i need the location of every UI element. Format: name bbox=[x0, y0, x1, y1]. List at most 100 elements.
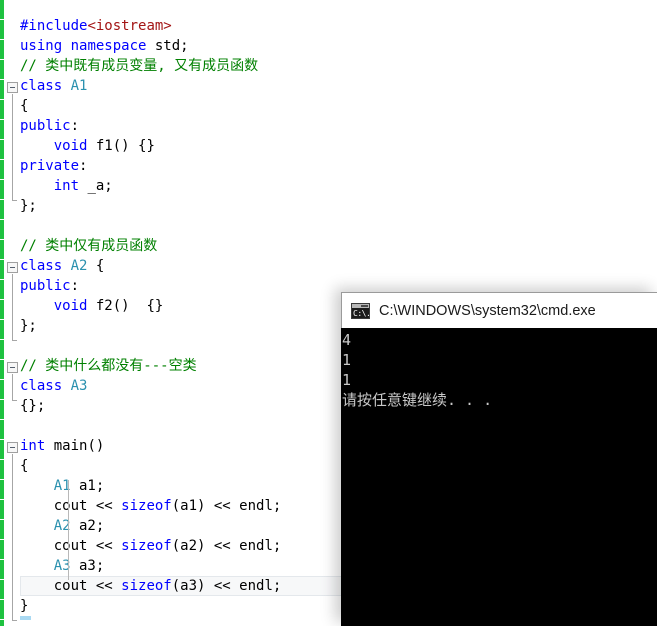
console-output-line: 1 bbox=[342, 371, 352, 389]
fold-collapse-icon[interactable] bbox=[7, 442, 18, 453]
code-token: {}; bbox=[20, 398, 46, 414]
code-token: sizeof bbox=[121, 578, 172, 594]
code-line[interactable]: cout << sizeof(a2) << endl; bbox=[20, 536, 282, 556]
code-line[interactable]: {}; bbox=[20, 396, 45, 416]
code-line[interactable]: class A3 bbox=[20, 376, 87, 396]
code-token: a1; bbox=[70, 478, 105, 494]
code-token: _a; bbox=[79, 178, 113, 194]
code-token: sizeof bbox=[121, 538, 172, 554]
code-token: f2() {} bbox=[87, 298, 164, 314]
code-line[interactable]: #include<iostream> bbox=[20, 16, 172, 36]
code-token: A1 bbox=[70, 78, 88, 94]
console-output-line: 4 bbox=[342, 331, 352, 349]
code-line[interactable]: class A2 { bbox=[20, 256, 104, 276]
code-line[interactable]: void f1() {} bbox=[20, 136, 155, 156]
code-line[interactable]: A2 a2; bbox=[20, 516, 105, 536]
code-line[interactable]: // 类中既有成员变量, 又有成员函数 bbox=[20, 56, 258, 76]
fold-region-foot bbox=[12, 620, 17, 621]
code-token: void bbox=[53, 138, 88, 154]
code-line[interactable]: A1 a1; bbox=[20, 476, 105, 496]
code-token: : bbox=[79, 158, 88, 174]
fold-region-foot bbox=[12, 400, 17, 401]
code-token: int bbox=[53, 178, 80, 194]
code-line[interactable]: public: bbox=[20, 116, 79, 136]
code-token: { bbox=[20, 458, 29, 474]
cmd-console-output[interactable]: 4 1 1 请按任意键继续. . . bbox=[341, 328, 657, 626]
code-line[interactable]: { bbox=[20, 456, 28, 476]
code-token: }; bbox=[20, 318, 37, 334]
code-token: A3 bbox=[70, 378, 88, 394]
code-line[interactable]: // 类中什么都没有---空类 bbox=[20, 356, 197, 376]
code-line[interactable]: class A1 bbox=[20, 76, 87, 96]
code-line[interactable]: { bbox=[20, 96, 28, 116]
code-line[interactable]: cout << sizeof(a1) << endl; bbox=[20, 496, 282, 516]
code-line[interactable]: void f2() {} bbox=[20, 296, 164, 316]
code-token: f1() {} bbox=[87, 138, 155, 154]
code-token: public bbox=[20, 118, 71, 134]
console-icon: C:\. bbox=[351, 302, 371, 319]
code-token: a3; bbox=[70, 558, 105, 574]
code-line[interactable]: }; bbox=[20, 196, 37, 216]
code-token: sizeof bbox=[121, 498, 172, 514]
code-token: A2 bbox=[70, 258, 88, 274]
code-token: cout << bbox=[20, 578, 122, 594]
console-output-line: 1 bbox=[342, 351, 352, 369]
cmd-exe-window[interactable]: C:\. C:\WINDOWS\system32\cmd.exe 4 1 1 请按任意… bbox=[341, 292, 657, 626]
code-line[interactable]: } bbox=[20, 596, 28, 616]
code-token: (a3) << endl; bbox=[171, 578, 282, 594]
fold-region-line bbox=[12, 454, 13, 620]
code-line[interactable]: }; bbox=[20, 316, 37, 336]
cmd-title-bar[interactable]: C:\. C:\WINDOWS\system32\cmd.exe bbox=[341, 292, 657, 328]
code-token: public bbox=[20, 278, 71, 294]
code-line[interactable]: using namespace std; bbox=[20, 36, 189, 56]
fold-region-end-marker bbox=[20, 616, 31, 620]
code-token: class bbox=[20, 258, 63, 274]
cmd-window-title: C:\WINDOWS\system32\cmd.exe bbox=[379, 302, 596, 319]
code-token: void bbox=[53, 298, 88, 314]
code-token: : bbox=[70, 278, 80, 294]
code-token: cout << bbox=[20, 498, 122, 514]
fold-collapse-icon[interactable] bbox=[7, 82, 18, 93]
fold-region-line bbox=[12, 94, 13, 200]
code-token: using bbox=[20, 38, 63, 54]
code-line[interactable]: int main() bbox=[20, 436, 104, 456]
fold-region-foot bbox=[12, 200, 17, 201]
fold-collapse-icon[interactable] bbox=[7, 262, 18, 273]
code-token: #include bbox=[20, 18, 88, 34]
code-line[interactable]: cout << sizeof(a3) << endl; bbox=[20, 576, 282, 596]
code-token: a2; bbox=[70, 518, 105, 534]
code-line[interactable]: private: bbox=[20, 156, 87, 176]
code-token: main() bbox=[45, 438, 105, 454]
console-output-line: 请按任意键继续. . . bbox=[342, 391, 493, 409]
fold-region-line bbox=[12, 274, 13, 340]
console-icon-glyph: C:\. bbox=[353, 308, 371, 318]
code-token: // 类中什么都没有---空类 bbox=[20, 358, 197, 374]
code-token: <iostream> bbox=[87, 18, 172, 34]
code-token: int bbox=[20, 438, 46, 454]
code-line[interactable]: A3 a3; bbox=[20, 556, 105, 576]
outlining-gutter[interactable] bbox=[4, 0, 20, 626]
fold-region-foot bbox=[12, 340, 17, 341]
code-line[interactable]: public: bbox=[20, 276, 79, 296]
code-token: // 类中仅有成员函数 bbox=[20, 238, 158, 254]
code-line[interactable]: // 类中仅有成员函数 bbox=[20, 236, 157, 256]
code-line[interactable]: int _a; bbox=[20, 176, 113, 196]
code-token: std; bbox=[146, 38, 189, 54]
indent-guide bbox=[68, 480, 69, 580]
code-token: namespace bbox=[70, 38, 147, 54]
code-token: (a1) << endl; bbox=[171, 498, 282, 514]
code-token: : bbox=[70, 118, 80, 134]
code-token: } bbox=[20, 598, 29, 614]
fold-collapse-icon[interactable] bbox=[7, 362, 18, 373]
code-token: class bbox=[20, 378, 63, 394]
code-token: { bbox=[87, 258, 105, 274]
